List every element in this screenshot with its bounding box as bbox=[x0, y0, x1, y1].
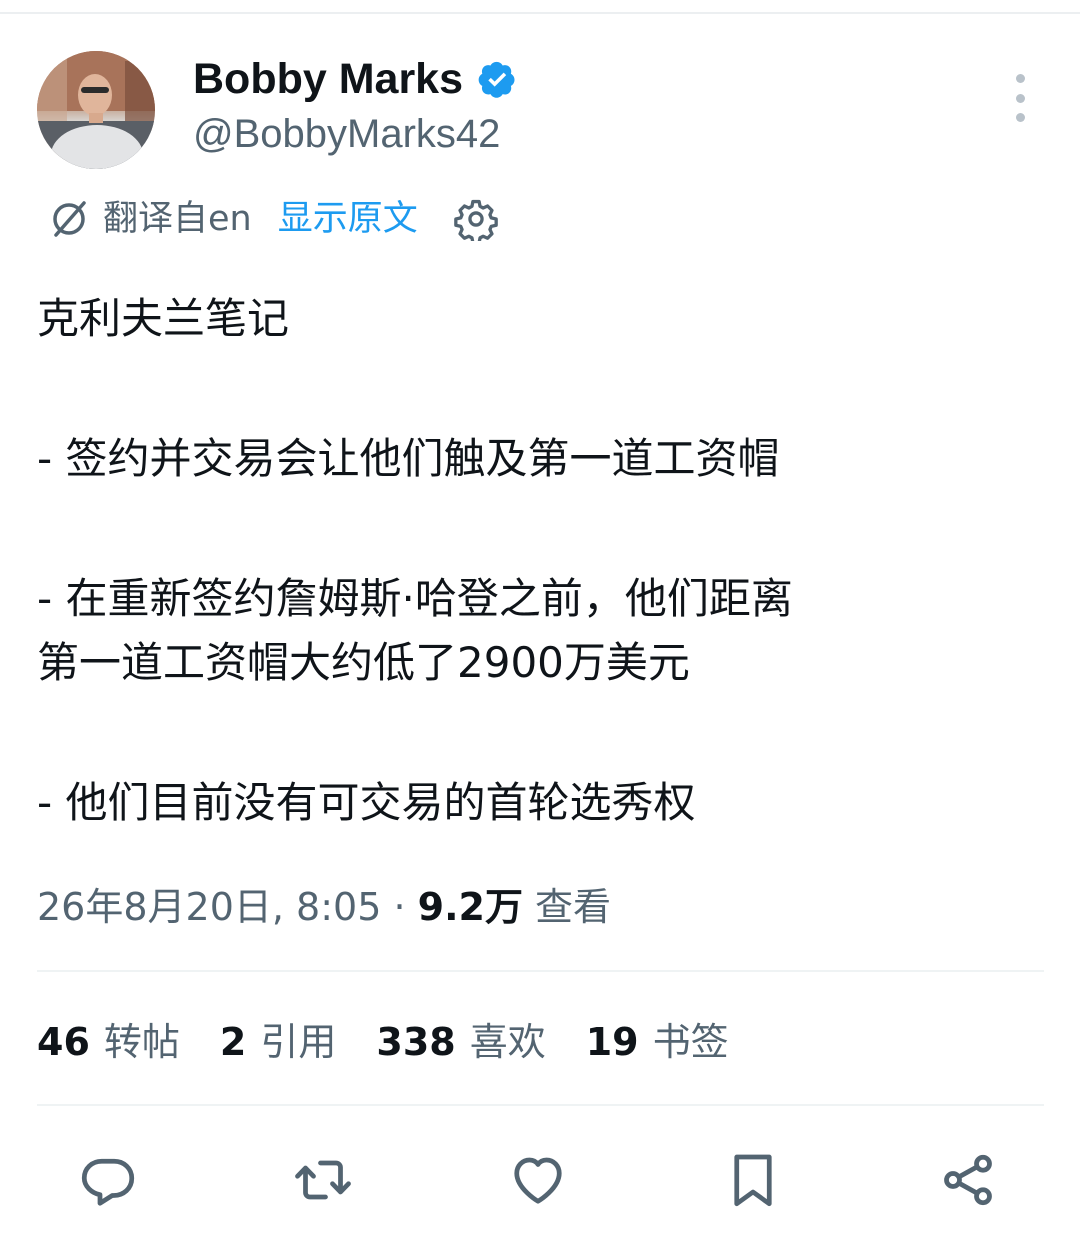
divider bbox=[37, 1104, 1044, 1106]
translation-bar: 翻译自en 显示原文 bbox=[47, 193, 498, 245]
likes-label: 喜欢 bbox=[469, 1020, 546, 1064]
engagement-stats: 46 转帖 2 引用 338 喜欢 19 书签 bbox=[37, 1014, 729, 1070]
repost-button[interactable] bbox=[291, 1145, 355, 1215]
verified-badge-icon bbox=[478, 61, 515, 98]
bookmark-icon bbox=[734, 1154, 772, 1207]
reply-button[interactable] bbox=[76, 1145, 140, 1215]
user-handle[interactable]: @BobbyMarks42 bbox=[193, 108, 500, 160]
tweet-text: 克利夫兰笔记 - 签约并交易会让他们触及第一道工资帽 - 在重新签约詹姆斯·哈登… bbox=[37, 287, 1047, 835]
repost-icon bbox=[295, 1160, 351, 1200]
tweet-text-line: 第一道工资帽大约低了2900万美元 bbox=[37, 638, 690, 687]
tweet-text-line: - 他们目前没有可交易的首轮选秀权 bbox=[37, 778, 696, 827]
reposts-stat[interactable]: 46 转帖 bbox=[37, 1014, 180, 1070]
reposts-label: 转帖 bbox=[103, 1020, 180, 1064]
bookmarks-label: 书签 bbox=[652, 1020, 729, 1064]
display-name-text: Bobby Marks bbox=[193, 55, 464, 103]
tweet-meta: 26年8月20日, 8:05 · 9.2万 查看 bbox=[37, 879, 611, 935]
gear-icon[interactable] bbox=[453, 197, 498, 241]
tweet-title-line: 克利夫兰笔记 bbox=[37, 294, 290, 343]
likes-count: 338 bbox=[376, 1020, 456, 1064]
bookmarks-count: 19 bbox=[585, 1020, 639, 1064]
like-icon bbox=[514, 1157, 562, 1204]
avatar-photo bbox=[37, 51, 155, 169]
views-count: 9.2万 bbox=[417, 885, 523, 929]
like-button[interactable] bbox=[506, 1145, 570, 1215]
share-icon bbox=[944, 1154, 992, 1206]
show-original-link[interactable]: 显示原文 bbox=[278, 193, 418, 245]
top-divider bbox=[0, 12, 1080, 14]
bookmark-button[interactable] bbox=[721, 1145, 785, 1215]
reply-icon bbox=[81, 1158, 135, 1206]
timestamp[interactable]: 26年8月20日, 8:05 · bbox=[37, 885, 418, 929]
share-button[interactable] bbox=[936, 1145, 1000, 1215]
translated-from-label: 翻译自en bbox=[103, 199, 252, 239]
views-label: 查看 bbox=[522, 885, 612, 929]
likes-stat[interactable]: 338 喜欢 bbox=[376, 1014, 545, 1070]
bookmarks-stat[interactable]: 19 书签 bbox=[586, 1014, 729, 1070]
tweet-text-line: - 在重新签约詹姆斯·哈登之前，他们距离 bbox=[37, 574, 793, 623]
tweet-text-line: - 签约并交易会让他们触及第一道工资帽 bbox=[37, 434, 780, 483]
divider bbox=[37, 970, 1044, 972]
quotes-stat[interactable]: 2 引用 bbox=[220, 1014, 336, 1070]
display-name[interactable]: Bobby Marks bbox=[193, 52, 517, 106]
avatar[interactable] bbox=[37, 51, 155, 169]
quotes-count: 2 bbox=[219, 1020, 247, 1064]
translate-icon bbox=[53, 201, 86, 237]
reposts-count: 46 bbox=[37, 1020, 90, 1064]
action-bar bbox=[0, 1145, 1080, 1215]
quotes-label: 引用 bbox=[260, 1020, 337, 1064]
more-options-icon[interactable] bbox=[1002, 74, 1038, 122]
